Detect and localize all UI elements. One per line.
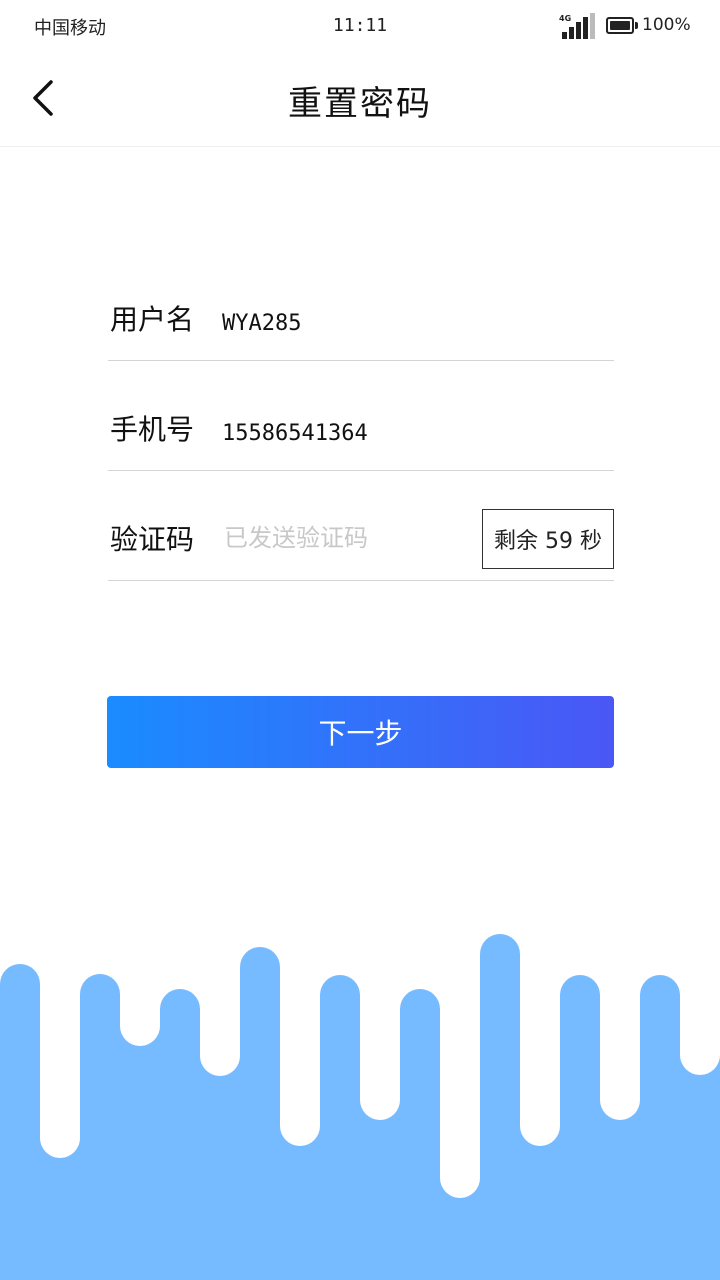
- battery-icon: [606, 17, 638, 34]
- signal-icon: [562, 13, 595, 39]
- code-label: 验证码: [110, 523, 195, 556]
- drip-decoration: [0, 934, 720, 1280]
- nav-bar: 重置密码: [0, 52, 720, 147]
- status-bar: 中国移动 11:11 4G 100%: [0, 0, 720, 52]
- next-step-button[interactable]: 下一步: [107, 696, 614, 768]
- code-row: 验证码 剩余 59 秒: [108, 471, 614, 581]
- phone-value: 15586541364: [222, 421, 368, 446]
- verification-code-input[interactable]: [224, 520, 474, 556]
- reset-form: 用户名 WYA285 手机号 15586541364 验证码 剩余 59 秒: [108, 290, 614, 581]
- page-title: 重置密码: [288, 84, 432, 124]
- phone-label: 手机号: [110, 413, 195, 446]
- username-row: 用户名 WYA285: [108, 290, 614, 361]
- phone-row: 手机号 15586541364: [108, 361, 614, 471]
- username-label: 用户名: [110, 303, 195, 336]
- username-value: WYA285: [222, 311, 302, 336]
- resend-countdown-button[interactable]: 剩余 59 秒: [482, 509, 614, 569]
- battery-percent: 100%: [642, 15, 691, 35]
